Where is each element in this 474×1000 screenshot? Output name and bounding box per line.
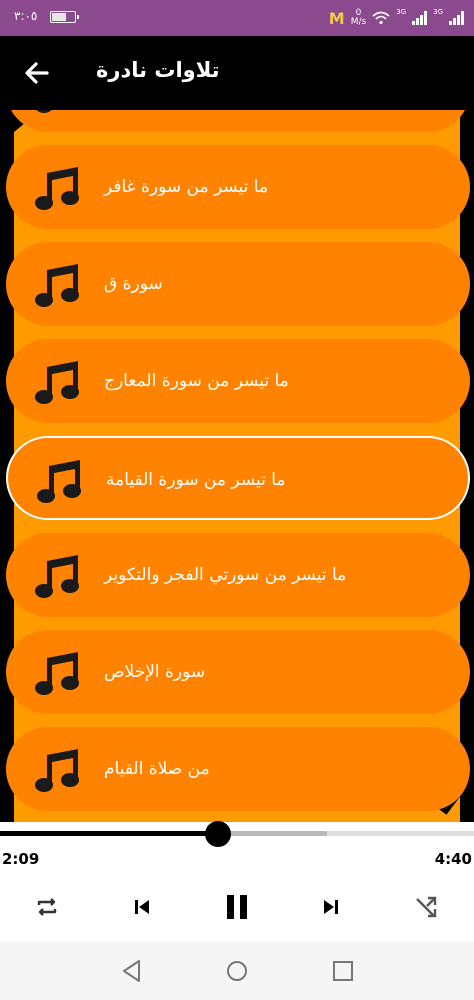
track-item[interactable]: سورة ق	[6, 242, 470, 326]
nav-recents-icon	[333, 961, 353, 981]
shuffle-icon	[416, 896, 437, 918]
track-label: سورة الإخلاص	[104, 662, 206, 682]
track-label: من صلاة القيام	[104, 759, 210, 779]
track-label: ما تيسر من سورة غافر	[104, 177, 269, 197]
track-item[interactable]: ما تيسر من سورتي الفجر والتكوير	[6, 533, 470, 617]
network-type-1: 3G	[396, 8, 407, 16]
status-time: ٣:٠٥	[14, 9, 38, 23]
status-bar: ٣:٠٥ M 0 M/s 3G 3G	[0, 0, 474, 36]
track-label: ما تيسر من سورتي الفجر والتكوير	[104, 565, 347, 585]
media-player: 2:09 4:40	[0, 821, 474, 942]
page-title: تلاوات نادرة	[96, 58, 220, 82]
track-item[interactable]: من صلاة القيام	[6, 727, 470, 811]
current-time: 2:09	[2, 850, 40, 868]
signal-icon-2	[449, 11, 464, 25]
network-speed: 0 M/s	[350, 8, 367, 27]
system-nav-bar	[0, 942, 474, 1000]
back-button[interactable]	[22, 58, 52, 88]
status-indicators: M 0 M/s 3G 3G	[329, 6, 464, 30]
nav-back-icon	[123, 960, 140, 982]
music-note-icon	[34, 359, 84, 405]
music-note-icon	[34, 747, 84, 793]
signal-icon	[412, 11, 428, 25]
track-item[interactable]: ما تيسر من سورة المعارج	[6, 339, 470, 423]
track-label: ما تيسر من سورة المعارج	[104, 371, 289, 391]
skip-next-icon	[324, 900, 338, 914]
battery-icon	[50, 11, 79, 23]
seek-thumb[interactable]	[205, 821, 232, 847]
music-note-icon	[34, 165, 84, 211]
shuffle-button[interactable]	[406, 890, 446, 924]
music-note-icon	[34, 262, 84, 308]
track-label: ما تيسر من سورة القيامة	[106, 470, 286, 490]
total-time: 4:40	[434, 850, 472, 868]
track-item[interactable]: ما تيسر من سورة القيامة	[6, 436, 470, 520]
app-notification-icon: M	[328, 8, 345, 28]
track-item[interactable]: ما تيسر من سورة غافر	[6, 145, 470, 229]
nav-home-icon	[227, 961, 247, 981]
next-button[interactable]	[311, 890, 351, 924]
music-note-icon	[34, 553, 84, 599]
pause-button[interactable]	[217, 890, 257, 924]
skip-previous-icon	[135, 900, 149, 914]
nav-recents-button[interactable]	[328, 956, 358, 986]
seek-progress	[0, 831, 219, 836]
arrow-left-icon	[25, 62, 49, 84]
repeat-button[interactable]	[27, 890, 67, 924]
music-note-icon	[34, 650, 84, 696]
track-item[interactable]	[6, 110, 470, 132]
app-bar: تلاوات نادرة	[0, 36, 474, 110]
music-note-icon	[36, 458, 86, 504]
wifi-icon	[372, 11, 390, 25]
track-list-container[interactable]: ما تيسر من سورة غافر سورة ق ما تيسر من سور…	[0, 110, 474, 822]
repeat-icon	[37, 898, 57, 916]
music-note-icon	[34, 110, 84, 114]
track-item[interactable]: سورة الإخلاص	[6, 630, 470, 714]
previous-button[interactable]	[122, 890, 162, 924]
pause-icon	[227, 895, 247, 919]
track-label: سورة ق	[104, 274, 163, 294]
network-type-2: 3G	[433, 8, 443, 16]
nav-home-button[interactable]	[222, 956, 252, 986]
nav-back-button[interactable]	[117, 956, 147, 986]
